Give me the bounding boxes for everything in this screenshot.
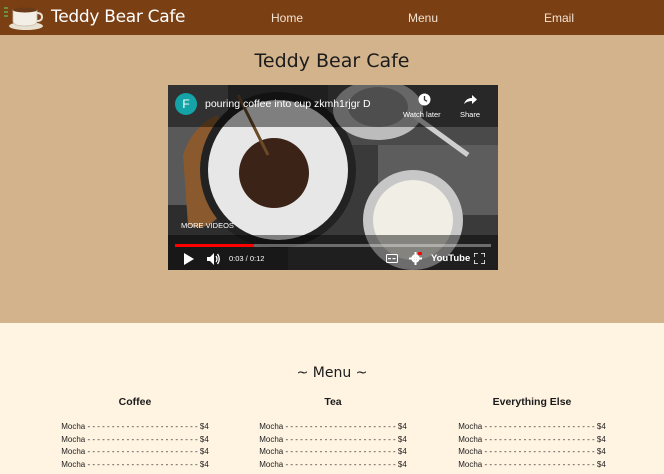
menu-column-tea: Tea Mocha - - - - - - - - - - - - - - - … [233,395,433,471]
more-videos-button[interactable]: MORE VIDEOS [181,221,234,230]
menu-item: Mocha - - - - - - - - - - - - - - - - - … [61,422,209,431]
hero-section: Teddy Bear Cafe F pouring coffee into cu… [0,35,664,323]
column-heading: Coffee [118,396,152,408]
menu-column-everything-else: Everything Else Mocha - - - - - - - - - … [432,395,632,471]
channel-avatar[interactable]: F [175,93,197,115]
menu-item: Mocha - - - - - - - - - - - - - - - - - … [458,434,606,444]
youtube-logo[interactable]: YouTube [431,253,470,264]
brand-name[interactable]: Teddy Bear Cafe [51,6,185,28]
clock-icon[interactable] [418,93,431,106]
menu-item: Mocha - - - - - - - - - - - - - - - - - … [61,459,209,469]
nav-link-home[interactable]: Home [271,10,303,26]
menu-item: Mocha - - - - - - - - - - - - - - - - - … [458,447,606,457]
video-player[interactable]: F pouring coffee into cup zkmh1rjgr D Wa… [168,85,498,270]
column-heading: Tea [324,396,342,408]
share-icon[interactable] [464,94,477,105]
page-title: Teddy Bear Cafe [254,50,410,72]
watch-later-label[interactable]: Watch later [403,110,441,119]
menu-item: Mocha - - - - - - - - - - - - - - - - - … [458,459,606,469]
nav-link-email[interactable]: Email [544,10,574,26]
captions-icon[interactable] [386,254,398,263]
fullscreen-icon[interactable] [474,253,485,264]
column-heading: Everything Else [492,396,572,408]
menu-column-coffee: Coffee Mocha - - - - - - - - - - - - - -… [35,395,235,471]
menu-item: Mocha - - - - - - - - - - - - - - - - - … [61,434,209,444]
menu-title: ~ Menu ~ [296,365,368,381]
menu-item: Mocha - - - - - - - - - - - - - - - - - … [458,422,606,431]
play-icon[interactable] [183,253,194,265]
progress-fill [175,244,254,247]
video-title[interactable]: pouring coffee into cup zkmh1rjgr D [205,98,371,110]
share-label[interactable]: Share [460,110,480,119]
menu-section: ~ Menu ~ Coffee Mocha - - - - - - - - - … [0,323,664,474]
video-frame [168,85,498,270]
channel-initial: F [182,97,190,111]
time-display: 0:03 / 0:12 [229,254,265,263]
settings-gear-icon[interactable] [409,252,422,265]
menu-item: Mocha - - - - - - - - - - - - - - - - - … [61,447,209,457]
top-nav: Teddy Bear Cafe Home Menu Email [0,0,664,35]
menu-item: Mocha - - - - - - - - - - - - - - - - - … [259,447,407,457]
menu-item: Mocha - - - - - - - - - - - - - - - - - … [259,459,407,469]
menu-item: Mocha - - - - - - - - - - - - - - - - - … [259,434,407,444]
nav-link-menu[interactable]: Menu [408,10,438,26]
coffee-cup-logo-icon[interactable] [4,4,44,31]
menu-item: Mocha - - - - - - - - - - - - - - - - - … [259,422,407,431]
progress-track[interactable] [175,244,491,247]
volume-icon[interactable] [207,253,221,265]
